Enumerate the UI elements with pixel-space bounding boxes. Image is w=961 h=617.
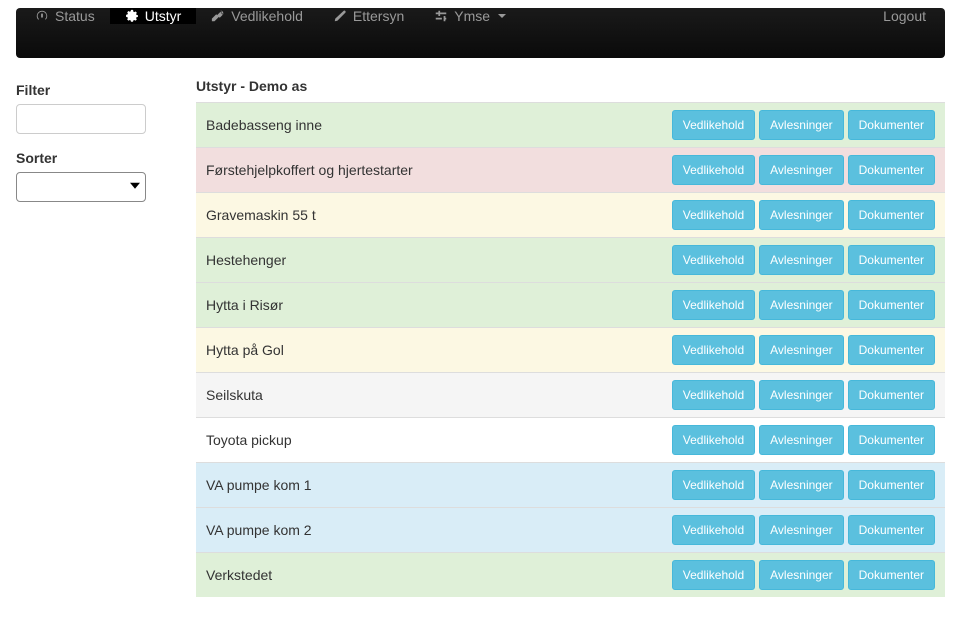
dokumenter-button[interactable]: Dokumenter	[848, 290, 935, 320]
dokumenter-button[interactable]: Dokumenter	[848, 335, 935, 365]
vedlikehold-button[interactable]: Vedlikehold	[672, 290, 755, 320]
sorter-label: Sorter	[16, 150, 176, 166]
vedlikehold-button[interactable]: Vedlikehold	[672, 245, 755, 275]
pencil-icon	[333, 9, 347, 23]
vedlikehold-button[interactable]: Vedlikehold	[672, 155, 755, 185]
vedlikehold-button[interactable]: Vedlikehold	[672, 560, 755, 590]
avlesninger-button[interactable]: Avlesninger	[759, 425, 843, 455]
vedlikehold-button[interactable]: Vedlikehold	[672, 335, 755, 365]
nav-vedlikehold[interactable]: Vedlikehold	[196, 8, 318, 24]
equipment-table: Badebasseng inneVedlikeholdAvlesningerDo…	[196, 102, 945, 597]
equipment-name[interactable]: Hytta i Risør	[196, 283, 658, 328]
sorter-select[interactable]	[16, 172, 146, 202]
table-row: VA pumpe kom 1 VedlikeholdAvlesningerDoku…	[196, 463, 945, 508]
avlesninger-button[interactable]: Avlesninger	[759, 200, 843, 230]
dokumenter-button[interactable]: Dokumenter	[848, 380, 935, 410]
equipment-name[interactable]: Hestehenger	[196, 238, 658, 283]
page-title: Utstyr - Demo as	[196, 78, 945, 94]
table-row: Verkstedet VedlikeholdAvlesningerDokument…	[196, 553, 945, 598]
nav-ettersyn[interactable]: Ettersyn	[318, 8, 419, 24]
vedlikehold-button[interactable]: Vedlikehold	[672, 380, 755, 410]
table-row: Toyota pickup VedlikeholdAvlesningerDokum…	[196, 418, 945, 463]
vedlikehold-button[interactable]: Vedlikehold	[672, 470, 755, 500]
chevron-down-icon	[498, 14, 506, 18]
dokumenter-button[interactable]: Dokumenter	[848, 245, 935, 275]
avlesninger-button[interactable]: Avlesninger	[759, 470, 843, 500]
equipment-name[interactable]: Toyota pickup	[196, 418, 658, 463]
nav-utstyr[interactable]: Utstyr	[110, 8, 197, 24]
sliders-icon	[434, 9, 448, 23]
table-row: VA pumpe kom 2 VedlikeholdAvlesningerDoku…	[196, 508, 945, 553]
main-navbar: Status Utstyr Vedlikehold Ettersyn Ymse …	[16, 8, 945, 58]
avlesninger-button[interactable]: Avlesninger	[759, 380, 843, 410]
avlesninger-button[interactable]: Avlesninger	[759, 155, 843, 185]
equipment-name[interactable]: Hytta på Gol	[196, 328, 658, 373]
dokumenter-button[interactable]: Dokumenter	[848, 155, 935, 185]
main-content: Utstyr - Demo as Badebasseng inne Vedlike…	[196, 78, 945, 597]
avlesninger-button[interactable]: Avlesninger	[759, 335, 843, 365]
table-row: Hytta på Gol VedlikeholdAvlesningerDokume…	[196, 328, 945, 373]
avlesninger-button[interactable]: Avlesninger	[759, 560, 843, 590]
equipment-name[interactable]: Verkstedet	[196, 553, 658, 598]
dokumenter-button[interactable]: Dokumenter	[848, 425, 935, 455]
equipment-name[interactable]: Seilskuta	[196, 373, 658, 418]
sidebar: Filter Sorter	[16, 78, 176, 597]
nav-logout[interactable]: Logout	[868, 8, 941, 24]
table-row: Hestehenger VedlikeholdAvlesningerDokumen…	[196, 238, 945, 283]
dokumenter-button[interactable]: Dokumenter	[848, 560, 935, 590]
filter-input[interactable]	[16, 104, 146, 134]
equipment-name[interactable]: VA pumpe kom 1	[196, 463, 658, 508]
nav-ymse[interactable]: Ymse	[419, 8, 521, 24]
dokumenter-button[interactable]: Dokumenter	[848, 515, 935, 545]
table-row: Hytta i Risør VedlikeholdAvlesningerDokum…	[196, 283, 945, 328]
table-row: Badebasseng inne VedlikeholdAvlesningerDo…	[196, 103, 945, 148]
vedlikehold-button[interactable]: Vedlikehold	[672, 425, 755, 455]
gear-icon	[125, 9, 139, 23]
dokumenter-button[interactable]: Dokumenter	[848, 470, 935, 500]
equipment-name[interactable]: Gravemaskin 55 t	[196, 193, 658, 238]
filter-label: Filter	[16, 82, 176, 98]
equipment-name[interactable]: VA pumpe kom 2	[196, 508, 658, 553]
table-row: Gravemaskin 55 t VedlikeholdAvlesningerDo…	[196, 193, 945, 238]
vedlikehold-button[interactable]: Vedlikehold	[672, 110, 755, 140]
dashboard-icon	[35, 9, 49, 23]
tools-icon	[211, 9, 225, 23]
table-row: Seilskuta VedlikeholdAvlesningerDokumente…	[196, 373, 945, 418]
avlesninger-button[interactable]: Avlesninger	[759, 290, 843, 320]
avlesninger-button[interactable]: Avlesninger	[759, 245, 843, 275]
avlesninger-button[interactable]: Avlesninger	[759, 515, 843, 545]
table-row: Førstehjelpkoffert og hjertestarter Vedli…	[196, 148, 945, 193]
equipment-name[interactable]: Førstehjelpkoffert og hjertestarter	[196, 148, 658, 193]
vedlikehold-button[interactable]: Vedlikehold	[672, 515, 755, 545]
avlesninger-button[interactable]: Avlesninger	[759, 110, 843, 140]
dokumenter-button[interactable]: Dokumenter	[848, 200, 935, 230]
equipment-name[interactable]: Badebasseng inne	[196, 103, 658, 148]
vedlikehold-button[interactable]: Vedlikehold	[672, 200, 755, 230]
nav-status[interactable]: Status	[20, 8, 110, 24]
dokumenter-button[interactable]: Dokumenter	[848, 110, 935, 140]
